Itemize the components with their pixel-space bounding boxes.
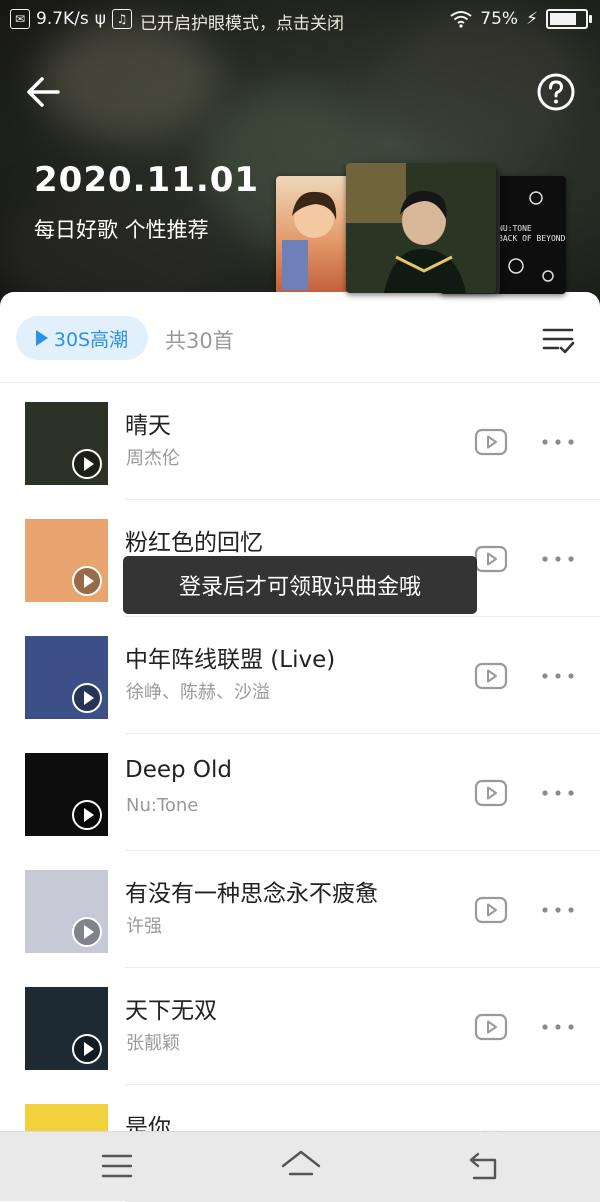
row-divider: [125, 733, 600, 734]
play-triangle-icon: [35, 330, 48, 346]
song-row[interactable]: 晴天 周杰伦: [0, 384, 600, 500]
date-title: 2020.11.01: [34, 160, 260, 200]
song-artist: Nu:Tone: [126, 795, 199, 816]
play-icon[interactable]: [72, 800, 102, 830]
help-icon[interactable]: [536, 72, 576, 112]
album-cover-thumb: [276, 176, 356, 294]
more-options-icon[interactable]: [540, 434, 576, 450]
video-icon[interactable]: [474, 545, 508, 573]
row-divider: [125, 967, 600, 968]
menu-icon[interactable]: [100, 1152, 134, 1180]
song-cover[interactable]: [25, 753, 108, 836]
song-cover[interactable]: [25, 870, 108, 953]
usb-icon: ψ: [94, 9, 106, 29]
notification-icon: ✉: [10, 9, 30, 29]
back-icon[interactable]: [466, 1150, 500, 1182]
row-divider: [125, 850, 600, 851]
header-banner: ✉ 9.7K/s ψ ♫ 已开启护眼模式，点击关闭 75% ⚡ 2020.11.…: [0, 0, 600, 320]
song-artist: 周杰伦: [126, 448, 180, 469]
multi-select-icon[interactable]: [540, 322, 576, 358]
video-icon[interactable]: [474, 896, 508, 924]
status-bar: ✉ 9.7K/s ψ ♫ 已开启护眼模式，点击关闭 75% ⚡: [0, 0, 600, 40]
more-options-icon[interactable]: [540, 1019, 576, 1035]
play-icon[interactable]: [72, 683, 102, 713]
divider: [0, 382, 600, 383]
more-options-icon[interactable]: [540, 785, 576, 801]
back-arrow-icon[interactable]: [22, 70, 66, 114]
toast-message: 登录后才可领取识曲金哦: [123, 556, 477, 614]
song-cover[interactable]: [25, 987, 108, 1070]
preview-label: 30S高潮: [53, 328, 129, 351]
home-icon[interactable]: [280, 1148, 322, 1184]
video-icon[interactable]: [474, 779, 508, 807]
song-row[interactable]: Deep Old Nu:Tone: [0, 735, 600, 851]
play-icon[interactable]: [72, 449, 102, 479]
video-icon[interactable]: [474, 662, 508, 690]
song-artist: 徐峥、陈赫、沙溢: [126, 682, 270, 703]
playlist-card: 30S高潮 共30首 晴天周杰伦粉红色的回忆中年阵线联盟 (Live) 徐峥、陈赫…: [0, 292, 600, 1202]
video-icon[interactable]: [474, 428, 508, 456]
song-title: 有没有一种思念永不疲惫: [125, 881, 378, 907]
more-options-icon[interactable]: [540, 668, 576, 684]
song-cover[interactable]: [25, 519, 108, 602]
preview-30s-button[interactable]: 30S高潮: [16, 316, 148, 360]
system-nav-bar: [0, 1131, 600, 1201]
more-options-icon[interactable]: [540, 551, 576, 567]
song-cover[interactable]: [25, 636, 108, 719]
song-title: 晴天: [125, 413, 171, 439]
play-icon[interactable]: [72, 566, 102, 596]
song-artist: 许强: [126, 916, 162, 937]
song-title: 粉红色的回忆: [125, 530, 263, 556]
song-title: 中年阵线联盟 (Live): [125, 647, 336, 673]
row-divider: [125, 1084, 600, 1085]
video-icon[interactable]: [474, 1013, 508, 1041]
song-row[interactable]: 天下无双 张靓颖: [0, 969, 600, 1085]
app-notification-icon: ♫: [112, 9, 132, 29]
album-cover-thumb: NU:TONE BACK OF BEYOND: [496, 176, 566, 294]
play-icon[interactable]: [72, 1034, 102, 1064]
wifi-icon: [450, 11, 472, 28]
playlist-subtitle: 每日好歌 个性推荐: [34, 218, 209, 242]
song-artist: 张靓颖: [126, 1033, 180, 1054]
row-divider: [125, 499, 600, 500]
album-cover-main: [346, 163, 496, 293]
network-speed: 9.7K/s: [36, 9, 89, 29]
charging-icon: ⚡: [526, 9, 538, 29]
battery-icon: [546, 9, 592, 29]
play-icon[interactable]: [72, 917, 102, 947]
song-title: 天下无双: [125, 998, 217, 1024]
more-options-icon[interactable]: [540, 902, 576, 918]
row-divider: [125, 616, 600, 617]
song-cover[interactable]: [25, 402, 108, 485]
song-count: 共30首: [165, 329, 234, 353]
eye-care-notice[interactable]: 已开启护眼模式，点击关闭: [140, 9, 450, 34]
song-row[interactable]: 有没有一种思念永不疲惫许强: [0, 852, 600, 968]
song-row[interactable]: 中年阵线联盟 (Live) 徐峥、陈赫、沙溢: [0, 618, 600, 734]
battery-percent: 75%: [480, 9, 519, 29]
song-title: Deep Old: [125, 757, 233, 783]
